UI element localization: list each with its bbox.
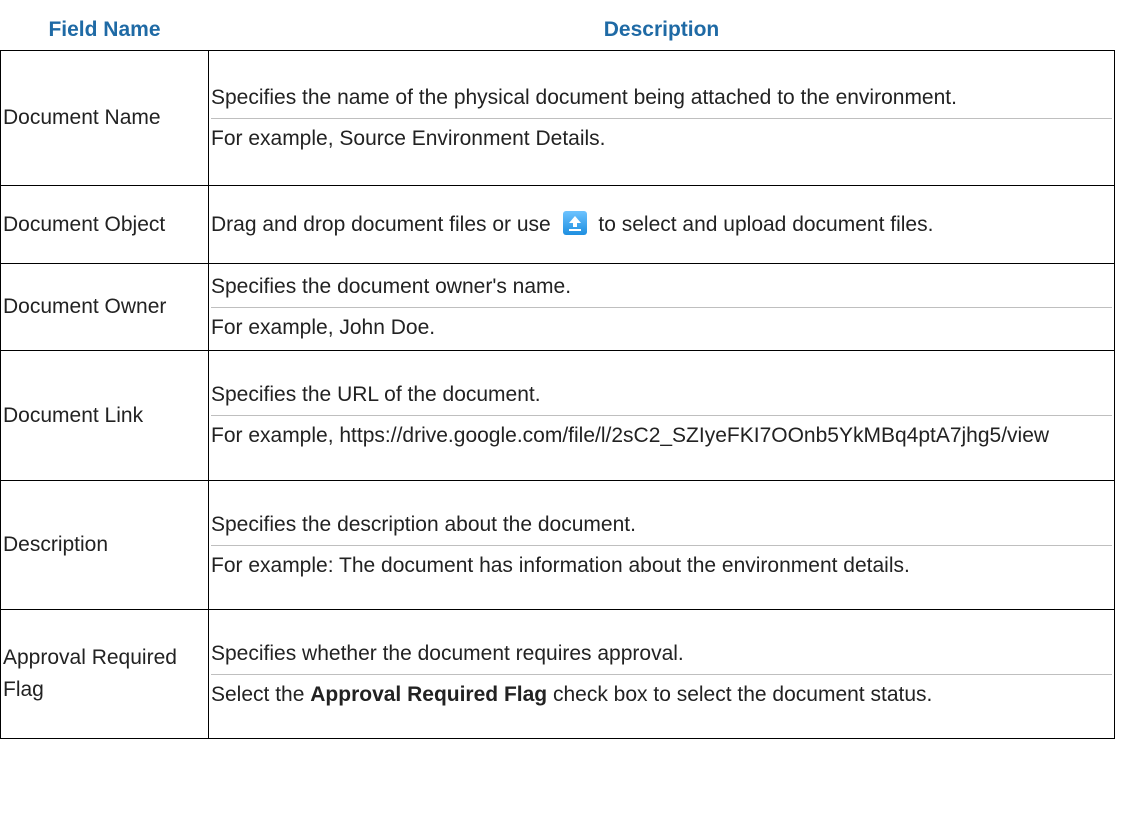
- table-row: Document Name Specifies the name of the …: [0, 50, 1115, 186]
- description-text: Drag and drop document files or use to s…: [211, 205, 1112, 245]
- field-name-cell: Document Link: [0, 350, 209, 481]
- field-name-header: Field Name: [48, 18, 161, 41]
- table-row: Document Owner Specifies the document ow…: [0, 263, 1115, 351]
- table-row: Description Specifies the description ab…: [0, 480, 1115, 610]
- description-text: Specifies the name of the physical docum…: [211, 85, 957, 109]
- description-cell: Specifies the URL of the document. For e…: [208, 350, 1115, 481]
- description-cell: Drag and drop document files or use to s…: [208, 185, 1115, 264]
- field-name-cell: Approval Required Flag: [0, 609, 209, 739]
- upload-icon: [562, 210, 587, 235]
- field-description-table: Field Name Description Document Name Spe…: [0, 12, 1115, 739]
- description-text: Specifies the URL of the document.: [211, 383, 541, 406]
- field-name-cell: Document Name: [0, 50, 209, 186]
- description-text-end: to select and upload document files.: [598, 212, 934, 236]
- table-row: Document Object Drag and drop document f…: [0, 185, 1115, 264]
- description-cell: Specifies the name of the physical docum…: [208, 50, 1115, 186]
- description-text: Specifies whether the document requires …: [211, 641, 684, 665]
- approval-required-flag-label: Approval Required Flag: [310, 682, 548, 706]
- example-text: For example, https://drive.google.com/fi…: [211, 415, 1112, 456]
- instruction-text-end: check box to select the document status.: [552, 682, 933, 706]
- description-text: Specifies the document owner's name.: [211, 274, 572, 298]
- description-text: Specifies the description about the docu…: [211, 512, 636, 536]
- description-cell: Specifies the description about the docu…: [208, 480, 1115, 610]
- table-row: Approval Required Flag Specifies whether…: [0, 609, 1115, 739]
- description-cell: Specifies whether the document requires …: [208, 609, 1115, 739]
- example-text: For example, Source Environment Details.: [211, 117, 1112, 159]
- description-cell: Specifies the document owner's name. For…: [208, 263, 1115, 351]
- field-name-cell: Description: [0, 480, 209, 610]
- table-header-row: Field Name Description: [1, 12, 1115, 51]
- description-header: Description: [603, 18, 720, 41]
- description-text-start: Drag and drop document files or use: [211, 212, 551, 236]
- field-name-cell: Document Owner: [0, 263, 209, 351]
- example-text: For example, John Doe.: [211, 306, 1112, 348]
- field-name-cell: Document Object: [0, 185, 209, 264]
- instruction-text: Select the Approval Required Flag check …: [211, 673, 1112, 715]
- table-row: Document Link Specifies the URL of the d…: [0, 350, 1115, 481]
- example-text: For example: The document has informatio…: [211, 544, 1112, 586]
- instruction-text-start: Select the: [211, 682, 305, 706]
